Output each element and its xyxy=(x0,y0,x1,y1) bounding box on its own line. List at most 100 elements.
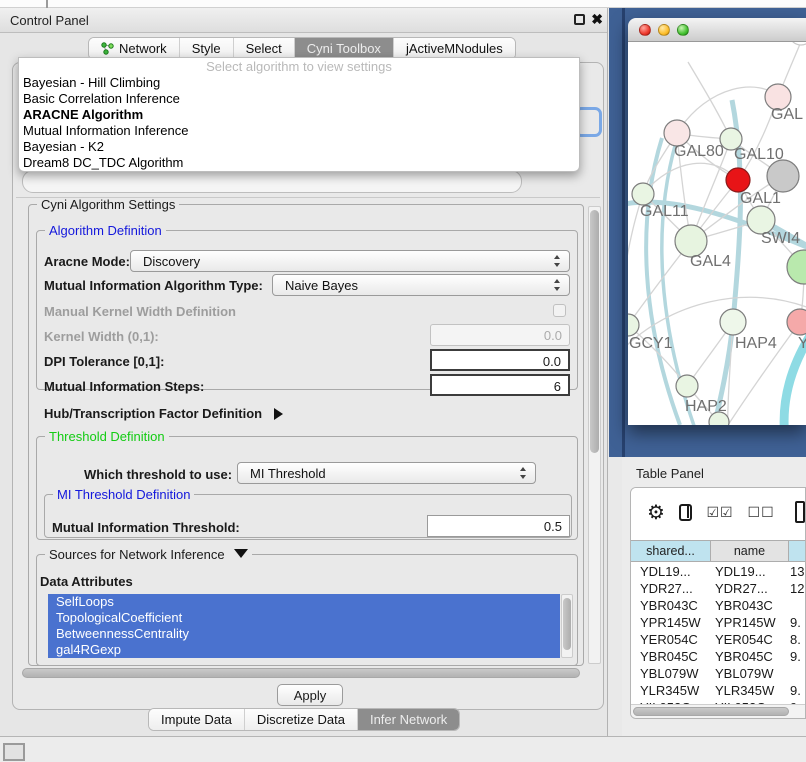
table-row[interactable]: YBR043CYBR043C xyxy=(631,597,806,614)
table-row[interactable]: YPR145WYPR145W9. xyxy=(631,614,806,631)
node-label: GAL1 xyxy=(740,190,781,208)
manual-kernel-width-checkbox[interactable] xyxy=(553,304,566,317)
algorithm-option[interactable]: Basic Correlation Inference xyxy=(19,91,579,107)
mi-threshold-field[interactable]: 0.5 xyxy=(427,515,570,537)
node-label: Y xyxy=(798,335,806,353)
algorithm-definition-title: Algorithm Definition xyxy=(45,223,166,238)
sources-title[interactable]: Sources for Network Inference xyxy=(45,547,252,562)
ghost-network-combo[interactable] xyxy=(22,170,522,193)
hub-definition-toggle[interactable]: Hub/Transcription Factor Definition xyxy=(44,406,283,421)
split-columns-icon[interactable] xyxy=(679,504,693,521)
algorithm-option[interactable]: Bayesian - Hill Climbing xyxy=(19,75,579,91)
which-threshold-value: MI Threshold xyxy=(250,466,326,481)
kernel-width-field[interactable]: 0.0 xyxy=(430,324,570,346)
panel-divider xyxy=(16,197,600,198)
network-node-swi4[interactable] xyxy=(787,250,806,284)
network-node-selected-red[interactable] xyxy=(726,168,750,192)
restore-panel-icon[interactable] xyxy=(3,743,25,761)
tab-jactivemnodules[interactable]: jActiveMNodules xyxy=(394,38,515,59)
data-attributes-label: Data Attributes xyxy=(40,574,133,589)
list-item[interactable]: BetweennessCentrality xyxy=(48,626,560,642)
network-node-hap2[interactable] xyxy=(676,375,698,397)
network-icon xyxy=(101,42,114,55)
tab-select[interactable]: Select xyxy=(234,38,295,59)
node-label: GCY1 xyxy=(629,335,673,353)
table-row[interactable]: YLR345WYLR345W9. xyxy=(631,682,806,699)
mi-steps-label: Mutual Information Steps: xyxy=(44,379,204,394)
apply-button[interactable]: Apply xyxy=(277,684,343,706)
table-row[interactable]: YDR27...YDR27...12 xyxy=(631,580,806,597)
settings-hscrollbar-thumb[interactable] xyxy=(22,668,580,678)
chevron-down-icon xyxy=(234,549,248,558)
which-threshold-label: Which threshold to use: xyxy=(84,467,232,482)
algorithm-option[interactable]: Bayesian - K2 xyxy=(19,139,579,155)
zoom-traffic-light-icon[interactable] xyxy=(677,24,689,36)
network-window-titlebar[interactable] xyxy=(628,18,806,42)
settings-vscrollbar[interactable] xyxy=(588,206,601,664)
network-canvas[interactable]: GAL GAL80 GAL10 GAL1 GAL11 SWI4 GAL4 GCY… xyxy=(628,42,806,425)
network-node-gal11[interactable] xyxy=(632,183,654,205)
column-header-name[interactable]: name xyxy=(711,541,789,561)
float-window-icon[interactable] xyxy=(574,14,585,25)
node-label: GAL4 xyxy=(690,253,731,271)
data-attributes-list[interactable]: SelfLoops TopologicalCoefficient Between… xyxy=(48,594,560,658)
node-label: GAL10 xyxy=(734,146,784,164)
document-icon[interactable] xyxy=(795,501,805,523)
tab-impute-data[interactable]: Impute Data xyxy=(149,709,245,730)
threshold-definition-title: Threshold Definition xyxy=(45,429,169,444)
table-hscrollbar-thumb[interactable] xyxy=(633,707,789,716)
table-row[interactable]: YER054CYER054C8. xyxy=(631,631,806,648)
list-item[interactable]: SelfLoops xyxy=(48,594,560,610)
which-threshold-select[interactable]: MI Threshold xyxy=(237,462,536,484)
tab-network-label: Network xyxy=(119,41,167,56)
stepper-icon xyxy=(554,255,561,267)
settings-vscrollbar-thumb[interactable] xyxy=(590,210,599,453)
network-view-window: GAL GAL80 GAL10 GAL1 GAL11 SWI4 GAL4 GCY… xyxy=(628,18,806,425)
mi-steps-field[interactable]: 6 xyxy=(430,374,570,396)
list-item[interactable]: TopologicalCoefficient xyxy=(48,610,560,626)
tab-infer-network[interactable]: Infer Network xyxy=(358,709,459,730)
network-node-gray[interactable] xyxy=(767,160,799,192)
network-node[interactable] xyxy=(789,42,806,45)
manual-kernel-width-label: Manual Kernel Width Definition xyxy=(44,304,236,319)
tab-discretize-data[interactable]: Discretize Data xyxy=(245,709,358,730)
node-label: HAP4 xyxy=(735,335,777,353)
network-node-y-cut[interactable] xyxy=(787,309,806,335)
table-hscrollbar[interactable] xyxy=(631,704,806,718)
network-node-hap4[interactable] xyxy=(720,309,746,335)
bottom-tabbar: Impute Data Discretize Data Infer Networ… xyxy=(148,708,460,731)
attributes-vscrollbar[interactable] xyxy=(561,594,573,658)
minimize-traffic-light-icon[interactable] xyxy=(658,24,670,36)
mi-algorithm-type-label: Mutual Information Algorithm Type: xyxy=(44,278,263,293)
mi-algorithm-type-select[interactable]: Naive Bayes xyxy=(272,274,570,296)
chevron-right-icon xyxy=(274,408,283,420)
mi-threshold-definition-title: MI Threshold Definition xyxy=(53,487,194,502)
attributes-vscrollbar-thumb[interactable] xyxy=(563,598,571,650)
tab-network[interactable]: Network xyxy=(89,38,180,59)
algorithm-option-selected[interactable]: ARACNE Algorithm xyxy=(19,107,579,123)
tab-style[interactable]: Style xyxy=(180,38,234,59)
select-all-checks-icon[interactable]: ☑☑ xyxy=(706,504,733,521)
close-icon[interactable]: ✖ xyxy=(591,11,603,28)
cyni-algorithm-settings-title: Cyni Algorithm Settings xyxy=(37,197,179,212)
close-traffic-light-icon[interactable] xyxy=(639,24,651,36)
table-row[interactable]: YBL079WYBL079W xyxy=(631,665,806,682)
gear-icon[interactable]: ⚙ xyxy=(647,500,665,525)
table-body: YDL19...YDL19...13 YDR27...YDR27...12 YB… xyxy=(631,563,806,704)
dpi-tolerance-field[interactable]: 0.0 xyxy=(430,349,570,371)
algorithm-dropdown-placeholder: Select algorithm to view settings xyxy=(19,58,579,75)
column-header-cut[interactable] xyxy=(789,541,806,561)
table-row[interactable]: YDL19...YDL19...13 xyxy=(631,563,806,580)
algorithm-dropdown-popup: Select algorithm to view settings Bayesi… xyxy=(18,57,580,172)
algorithm-option[interactable]: Mutual Information Inference xyxy=(19,123,579,139)
dpi-tolerance-label: DPI Tolerance [0,1]: xyxy=(44,354,164,369)
tab-cyni-toolbox[interactable]: Cyni Toolbox xyxy=(295,38,394,59)
column-header-shared-name[interactable]: shared... xyxy=(631,541,711,561)
stepper-icon xyxy=(554,279,561,291)
deselect-all-checks-icon[interactable]: ☐☐ xyxy=(748,504,775,521)
list-item[interactable]: gal4RGexp xyxy=(48,642,560,658)
table-row[interactable]: YBR045CYBR045C9. xyxy=(631,648,806,665)
table-window: ⚙ ☑☑ ☐☐ shared... name YDL19...YDL19...1… xyxy=(630,487,806,719)
algorithm-option[interactable]: Dream8 DC_TDC Algorithm xyxy=(19,155,579,171)
aracne-mode-select[interactable]: Discovery xyxy=(130,250,570,272)
